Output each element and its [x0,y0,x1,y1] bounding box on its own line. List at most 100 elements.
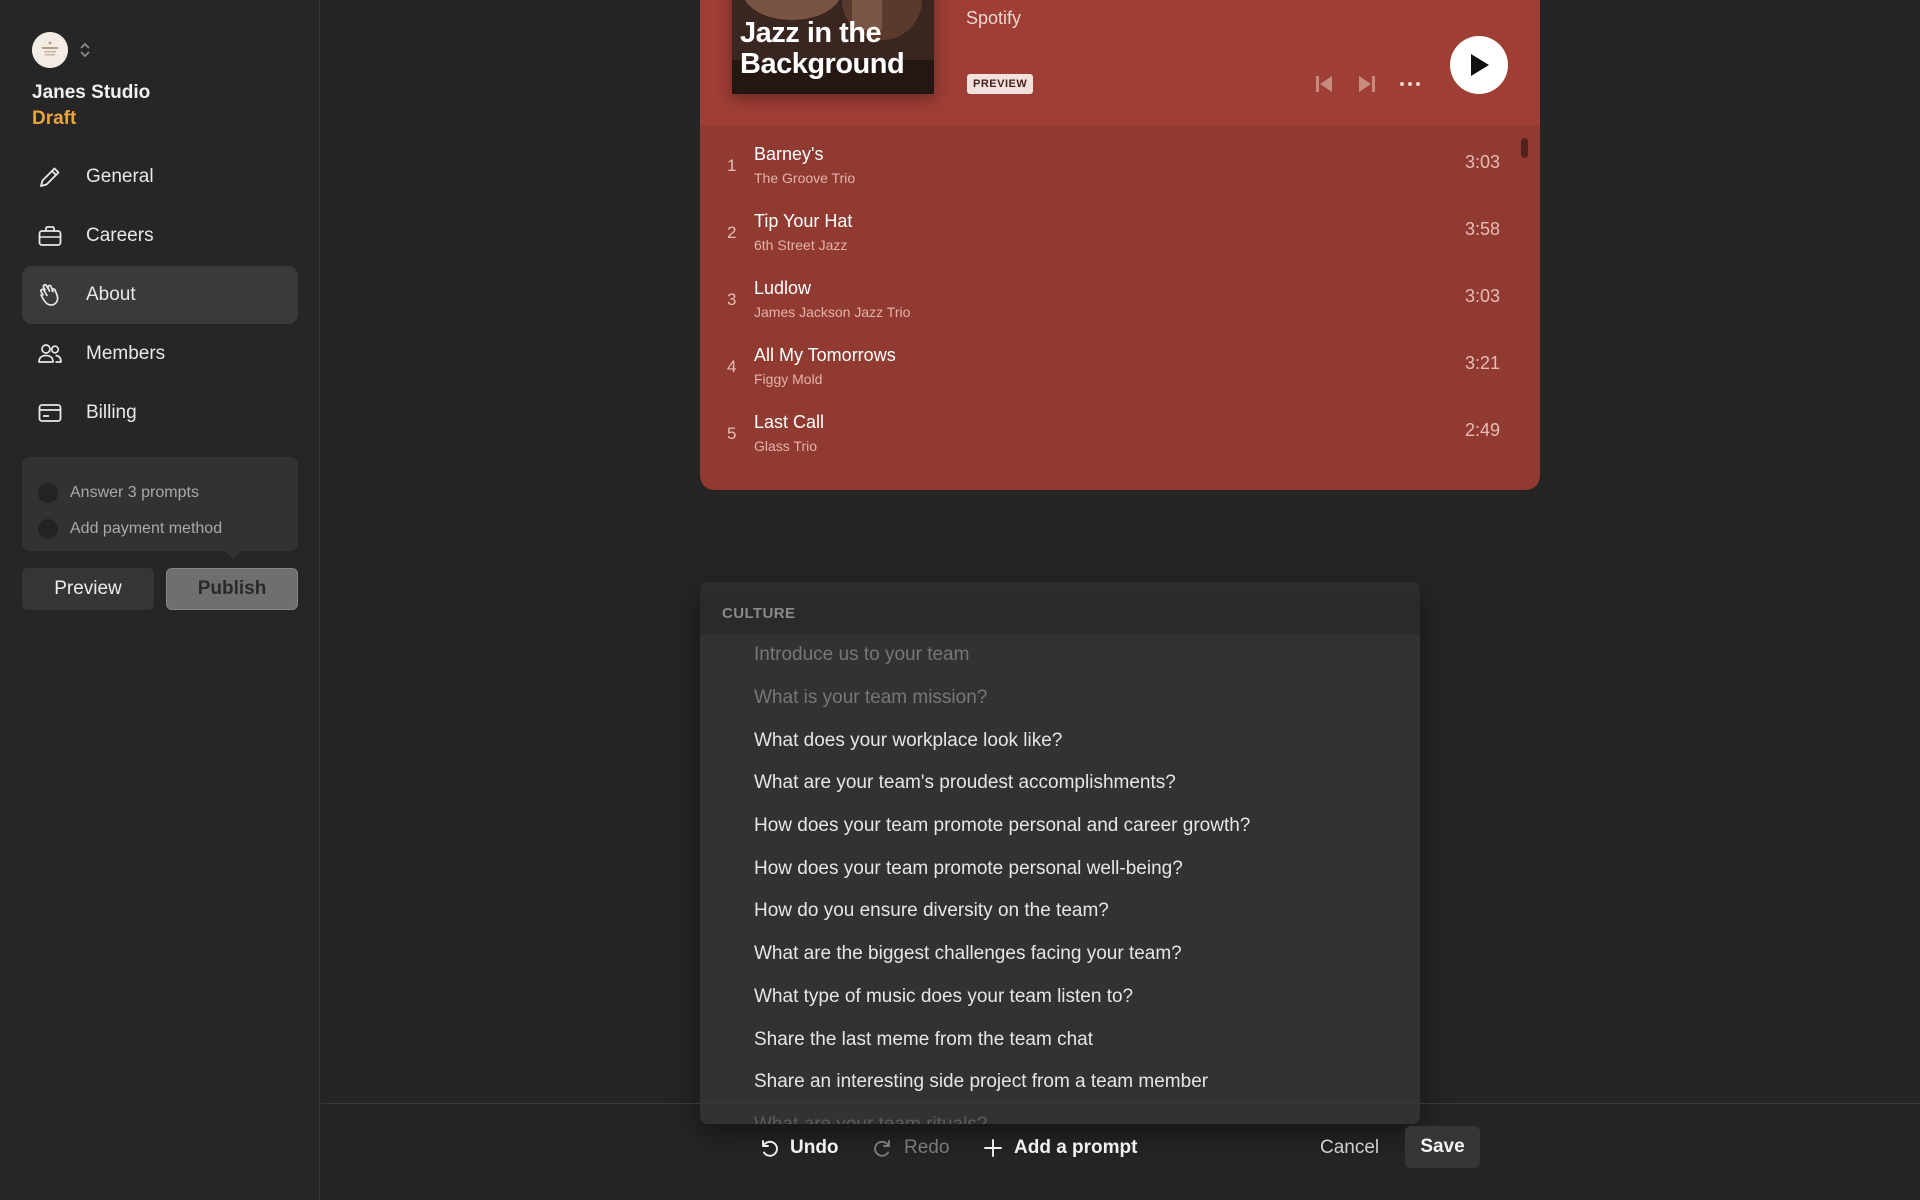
add-prompt-label: Add a prompt [1014,1137,1138,1158]
track-duration: 2:49 [1464,420,1500,440]
track-number: 2 [727,223,737,242]
track-title: Tip Your Hat [754,211,853,231]
briefcase-icon [38,226,62,246]
sidebar-item-about[interactable]: About [22,266,298,324]
track-artist: The Groove Trio [754,170,856,186]
spotify-header: Jazz in the Background Spotify PREVIEW [700,0,1540,126]
menu-item[interactable]: How do you ensure diversity on the team? [700,890,1420,933]
sidebar-item-careers[interactable]: Careers [22,207,298,265]
sidebar-item-label: Members [86,343,166,364]
track-number: 4 [727,357,737,376]
sidebar-item-label: Careers [86,225,154,246]
track-duration: 3:03 [1464,286,1500,306]
cancel-button[interactable]: Cancel [1320,1128,1379,1168]
undo-icon [762,1140,778,1157]
prompt-list: Introduce us to your team What is your t… [700,634,1420,1124]
plus-icon [984,1139,1002,1157]
playlist-owner[interactable]: Spotify [966,8,1021,29]
checklist-item: Add payment method [38,511,282,547]
cover-title: Jazz in the Background [740,17,905,80]
undo-button[interactable]: Undo [758,1128,839,1168]
track-title: Barney's [754,144,824,164]
undo-label: Undo [790,1137,839,1158]
track-artist: Figgy Mold [754,371,823,387]
menu-item[interactable]: How does your team promote personal and … [700,805,1420,848]
list-item[interactable]: 1 Barney's The Groove Trio 3:03 [700,126,1540,193]
menu-item[interactable]: What are your team rituals? [700,1104,1420,1124]
track-duration: 3:21 [1464,353,1500,373]
sidebar-item-label: About [86,284,136,305]
sidebar-item-label: General [86,166,154,187]
people-icon [38,344,62,363]
menu-item[interactable]: What does your workplace look like? [700,719,1420,762]
list-item[interactable]: 3 Ludlow James Jackson Jazz Trio 3:03 [700,260,1540,327]
publish-checklist: Answer 3 prompts Add payment method [22,457,298,551]
playlist-cover[interactable]: Jazz in the Background [732,0,934,94]
sidebar-item-general[interactable]: General [22,148,298,206]
menu-item[interactable]: Share the last meme from the team chat [700,1018,1420,1061]
skip-next-icon[interactable] [1355,72,1379,96]
list-item[interactable]: 5 Last Call Glass Trio 2:49 [700,394,1540,461]
preview-button[interactable]: Preview [22,568,154,610]
redo-icon [874,1140,890,1157]
track-list: 1 Barney's The Groove Trio 3:03 2 Tip Yo… [700,126,1540,461]
sidebar-item-members[interactable]: Members [22,325,298,383]
menu-item: Introduce us to your team [754,644,970,666]
track-title: All My Tomorrows [754,345,896,365]
track-duration: 3:03 [1464,152,1500,172]
waving-hand-icon [40,284,59,306]
list-item[interactable]: 4 All My Tomorrows Figgy Mold 3:21 [700,327,1540,394]
track-list-scrollbar[interactable] [1521,138,1528,158]
org-status-badge: Draft [32,108,77,129]
org-switcher[interactable] [32,32,92,68]
empty-check-icon [38,483,58,503]
play-icon [1471,54,1489,76]
menu-item[interactable]: What are your team's proudest accomplish… [700,762,1420,805]
track-artist: 6th Street Jazz [754,237,848,253]
menu-item[interactable]: What are the biggest challenges facing y… [700,933,1420,976]
tooltip-caret [223,549,243,559]
cancel-label: Cancel [1320,1137,1380,1158]
add-prompt-button[interactable]: Add a prompt [982,1128,1138,1168]
skip-previous-icon[interactable] [1312,72,1336,96]
menu-item[interactable]: Share an interesting side project from a… [700,1061,1420,1104]
menu-top-edge [700,582,1420,592]
play-button[interactable] [1450,36,1508,94]
sidebar-item-billing[interactable]: Billing [22,384,298,442]
sidebar-item-label: Billing [86,402,137,423]
track-number: 1 [727,156,737,175]
save-button[interactable]: Save [1405,1126,1480,1168]
checklist-item: Answer 3 prompts [38,475,282,511]
checklist-label: Answer 3 prompts [70,484,199,501]
menu-item[interactable]: What type of music does your team listen… [700,976,1420,1019]
spotify-embed[interactable]: Jazz in the Background Spotify PREVIEW 1… [700,0,1540,490]
preview-badge: PREVIEW [967,74,1034,94]
credit-card-icon [38,404,62,422]
empty-check-icon [38,519,58,539]
prompt-menu: CULTURE Introduce us to your team What i… [700,582,1420,1124]
sidebar: Janes Studio Draft General Careers About [0,0,320,1200]
pencil-icon [40,167,60,187]
track-number: 5 [727,424,737,443]
menu-item: What is your team mission? [754,687,988,709]
menu-section-header: CULTURE [700,592,1420,634]
publish-button[interactable]: Publish [166,568,298,610]
avatar [32,32,68,68]
sidebar-nav: General Careers About Members Billing [22,148,298,443]
track-artist: James Jackson Jazz Trio [754,304,911,320]
menu-item[interactable]: How does your team promote personal well… [700,847,1420,890]
org-name: Janes Studio [32,82,151,103]
toolbar-divider [321,1103,1920,1104]
more-options-icon[interactable] [1398,72,1422,96]
track-title: Last Call [754,412,825,432]
org-logo-icon [32,32,68,68]
checklist-label: Add payment method [70,520,223,537]
redo-button[interactable]: Redo [872,1128,949,1168]
track-duration: 3:58 [1464,219,1500,239]
track-title: Ludlow [754,278,812,298]
list-item[interactable]: 2 Tip Your Hat 6th Street Jazz 3:58 [700,193,1540,260]
redo-label: Redo [904,1137,950,1158]
track-artist: Glass Trio [754,438,818,454]
chevron-up-down-icon[interactable] [78,41,92,59]
track-number: 3 [727,290,737,309]
